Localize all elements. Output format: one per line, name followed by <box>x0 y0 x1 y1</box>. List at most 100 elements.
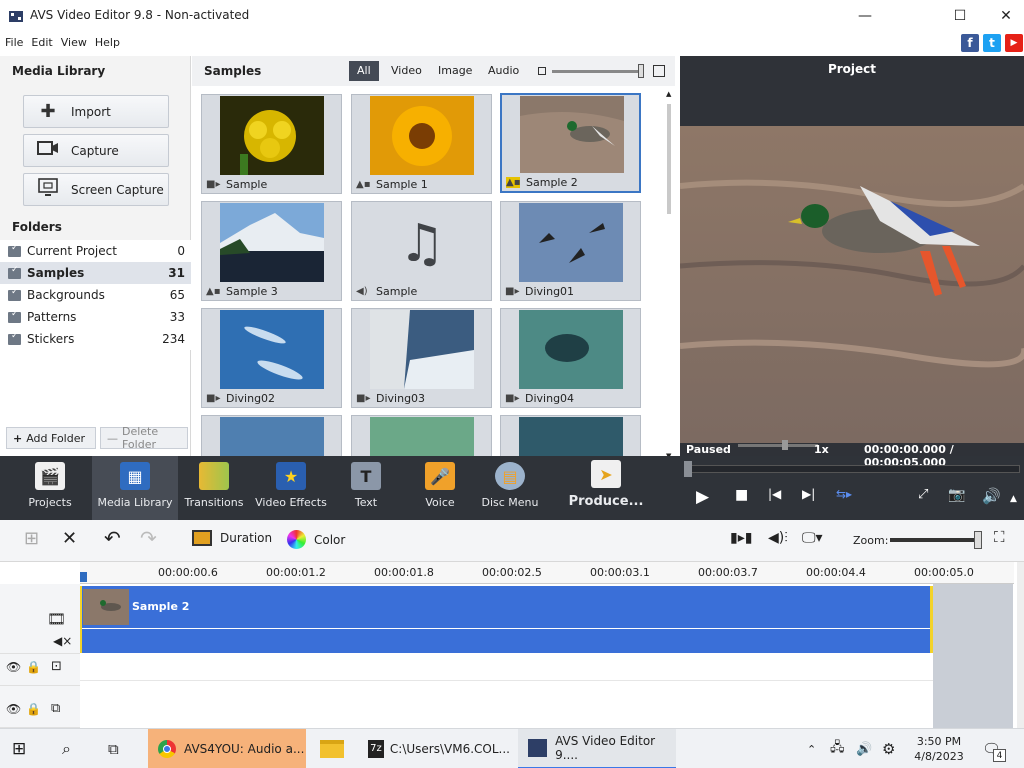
network-icon[interactable]: 🖧 <box>830 729 845 768</box>
menu-file[interactable]: File <box>1 36 27 49</box>
maximize-button[interactable]: ☐ <box>937 0 983 32</box>
sample-tile[interactable]: ■▸ Sample <box>201 94 342 194</box>
next-frame-button[interactable]: ▶| <box>802 487 815 501</box>
mode-disc-menu[interactable]: ▤ Disc Menu <box>478 456 542 520</box>
video-clip[interactable]: Sample 2 <box>81 586 931 628</box>
duration-button[interactable]: Duration <box>192 530 272 546</box>
twitter-icon[interactable]: t <box>983 34 1001 52</box>
sample-tile[interactable]: ♫ ◀) Sample <box>351 201 492 301</box>
sample-tile[interactable]: ■▸ Diving03 <box>351 308 492 408</box>
sample-tile[interactable] <box>201 415 342 456</box>
speed-slider[interactable] <box>738 444 818 447</box>
grid-scrollbar[interactable]: ▲ ▼ <box>666 90 672 456</box>
display-options-icon[interactable]: 🖵▾ <box>802 530 823 546</box>
storyboard-toggle-icon[interactable]: ▮▸▮ <box>730 530 752 546</box>
add-folder-button[interactable]: + Add Folder <box>6 427 96 449</box>
lock-icon[interactable]: 🔒 <box>26 660 41 674</box>
folder-current-project[interactable]: Current Project0 <box>0 240 191 262</box>
filter-image[interactable]: Image <box>430 61 480 81</box>
seek-handle[interactable] <box>684 461 692 477</box>
play-button[interactable]: ▶ <box>696 487 709 507</box>
filter-all[interactable]: All <box>349 61 379 81</box>
zoom-slider[interactable] <box>890 538 978 542</box>
import-button[interactable]: ✚ Import <box>23 95 169 128</box>
stop-button[interactable]: ■ <box>735 487 748 503</box>
filter-video[interactable]: Video <box>383 61 430 81</box>
visibility-icon[interactable]: 👁 <box>6 660 21 674</box>
mode-transitions[interactable]: Transitions <box>182 456 246 520</box>
speed-slider-handle[interactable] <box>782 440 788 450</box>
folder-stickers[interactable]: Stickers234 <box>0 328 191 350</box>
mode-projects[interactable]: 🎬 Projects <box>14 456 86 520</box>
timeline-ruler[interactable]: 00:00:00.6 00:00:01.2 00:00:01.8 00:00:0… <box>80 562 1014 584</box>
previous-frame-button[interactable]: |◀ <box>768 487 781 501</box>
folder-samples[interactable]: Samples31 <box>0 262 191 284</box>
screen-capture-button[interactable]: Screen Capture <box>23 173 169 206</box>
thumbnail-size-slider[interactable] <box>552 70 644 73</box>
close-button[interactable]: ✕ <box>983 0 1024 32</box>
sample-tile[interactable]: ■▸ Diving04 <box>500 308 641 408</box>
settings-gear-icon[interactable]: ⚙ <box>882 729 895 768</box>
seek-bar[interactable] <box>688 465 1020 473</box>
fullscreen-icon[interactable]: ⤢ <box>918 487 928 502</box>
taskbar-app-7zip[interactable]: 7z C:\Users\VM6.COL... <box>360 729 510 768</box>
volume-arrow-icon[interactable]: ▲ <box>1010 494 1017 504</box>
app-icon <box>9 11 23 22</box>
audio-clip[interactable] <box>81 629 931 653</box>
mode-video-effects[interactable]: ★ Video Effects <box>254 456 328 520</box>
slider-handle[interactable] <box>638 64 644 78</box>
taskbar-app-explorer[interactable] <box>316 729 350 768</box>
snapshot-icon[interactable]: 📷 <box>948 487 965 503</box>
timeline-scrollbar[interactable] <box>1017 562 1024 728</box>
large-thumb-icon[interactable] <box>653 65 665 77</box>
mode-text[interactable]: T Text <box>340 456 392 520</box>
youtube-icon[interactable]: ▶ <box>1005 34 1023 52</box>
sample-tile[interactable]: ■▸ Diving02 <box>201 308 342 408</box>
task-view-icon[interactable]: ⧉ <box>108 729 119 768</box>
preview-video[interactable] <box>680 126 1024 443</box>
audio-mixer-icon[interactable]: ◀)⫶ <box>768 530 788 546</box>
sample-tile[interactable] <box>351 415 492 456</box>
sample-tile[interactable]: ▲▪ Sample 3 <box>201 201 342 301</box>
color-button[interactable]: Color <box>287 530 345 549</box>
sample-tile[interactable]: ■▸ Diving01 <box>500 201 641 301</box>
menu-help[interactable]: Help <box>91 36 124 49</box>
small-thumb-icon[interactable] <box>538 67 546 75</box>
loop-button[interactable]: ⇆▸ <box>836 487 852 501</box>
fit-to-window-icon[interactable]: ⛶ <box>994 528 1005 546</box>
capture-button[interactable]: Capture <box>23 134 169 167</box>
mode-produce[interactable]: ➤ Produce... <box>566 456 646 520</box>
mode-voice[interactable]: 🎤 Voice <box>414 456 466 520</box>
delete-folder-button[interactable]: — Delete Folder <box>100 425 188 451</box>
filter-audio[interactable]: Audio <box>480 61 527 81</box>
taskbar-app-chrome[interactable]: AVS4YOU: Audio a... <box>148 729 306 768</box>
sample-tile-selected[interactable]: ▲▪ Sample 2 <box>500 93 641 193</box>
minimize-button[interactable]: — <box>842 0 888 32</box>
facebook-icon[interactable]: f <box>961 34 979 52</box>
search-icon[interactable]: ⌕ <box>62 729 71 768</box>
zoom-slider-handle[interactable] <box>974 531 982 549</box>
folder-patterns[interactable]: Patterns33 <box>0 306 191 328</box>
delete-icon[interactable]: ✕ <box>62 528 77 549</box>
sample-tile[interactable]: ▲▪ Sample 1 <box>351 94 492 194</box>
clip-end-marker[interactable] <box>930 586 933 653</box>
clock[interactable]: 3:50 PM 4/8/2023 <box>914 729 964 768</box>
clip-start-marker[interactable] <box>80 586 82 653</box>
mode-media-library[interactable]: ▦ Media Library <box>92 456 178 520</box>
speaker-icon[interactable]: 🔊 <box>856 729 872 768</box>
start-button[interactable]: ⊞ <box>12 729 26 768</box>
show-hidden-icons[interactable]: ⌃ <box>807 729 816 768</box>
playhead[interactable] <box>80 572 87 582</box>
visibility-icon[interactable]: 👁 <box>6 702 21 716</box>
volume-icon[interactable]: 🔊 <box>982 487 1001 505</box>
menu-view[interactable]: View <box>57 36 91 49</box>
redo-icon[interactable]: ↷ <box>140 526 157 550</box>
undo-icon[interactable]: ↶ <box>104 526 121 550</box>
mute-icon[interactable]: ◀× <box>53 634 72 648</box>
taskbar-app-avs[interactable]: AVS Video Editor 9.... <box>518 729 676 768</box>
menu-edit[interactable]: Edit <box>27 36 56 49</box>
lock-icon[interactable]: 🔒 <box>26 702 41 716</box>
split-icon[interactable]: ⊞ <box>24 528 39 549</box>
sample-tile[interactable] <box>500 415 641 456</box>
folder-backgrounds[interactable]: Backgrounds65 <box>0 284 191 306</box>
